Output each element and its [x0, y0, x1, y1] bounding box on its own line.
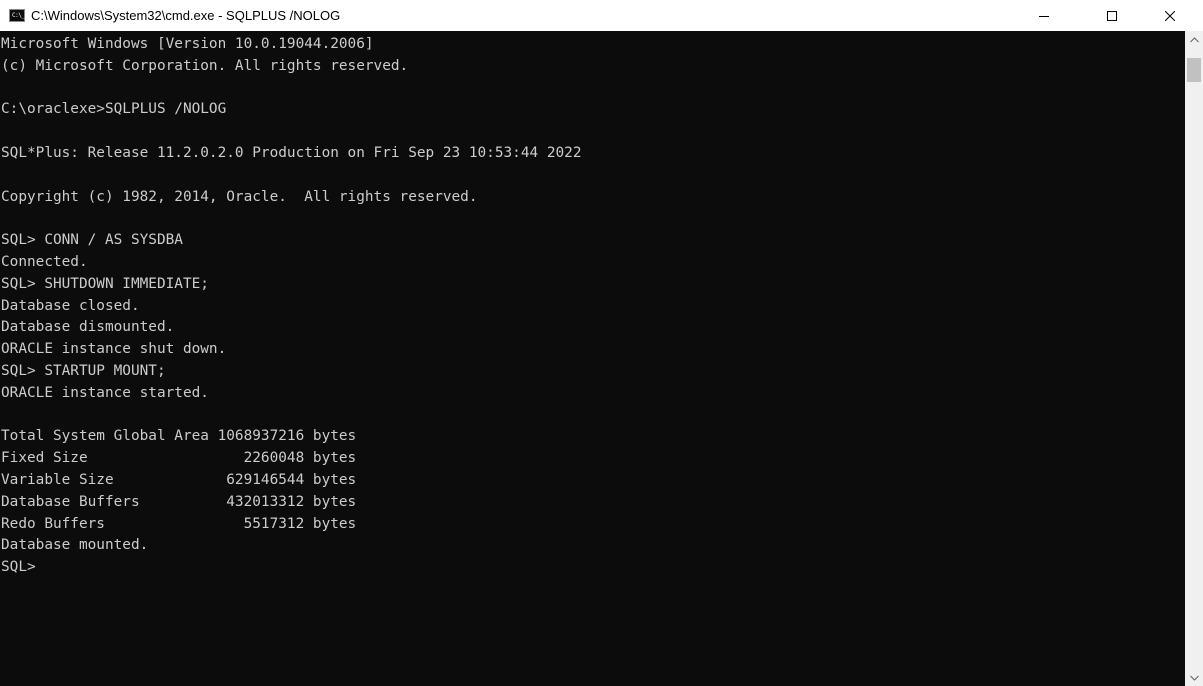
scroll-thumb[interactable]	[1187, 58, 1201, 82]
console-line: Microsoft Windows [Version 10.0.19044.20…	[1, 36, 374, 52]
console-line: Database closed.	[1, 297, 140, 314]
maximize-button[interactable]	[1089, 0, 1135, 31]
console-line: SQL*Plus: Release 11.2.0.2.0 Production …	[1, 144, 582, 161]
console-line: SQL>	[1, 559, 36, 576]
scroll-up-button[interactable]	[1185, 31, 1203, 48]
cmd-window: C:\_ C:\Windows\System32\cmd.exe - SQLPL…	[0, 0, 1203, 686]
console-line: Database Buffers 432013312 bytes	[1, 493, 357, 510]
chevron-up-icon	[1189, 36, 1199, 42]
maximize-icon	[1107, 10, 1117, 21]
title-bar[interactable]: C:\_ C:\Windows\System32\cmd.exe - SQLPL…	[0, 0, 1203, 31]
minimize-button[interactable]	[1021, 0, 1067, 31]
scroll-down-button[interactable]	[1185, 669, 1203, 686]
console-line: Database mounted.	[1, 537, 149, 554]
console-line: Connected.	[1, 253, 88, 270]
console-text: Microsoft Windows [Version 10.0.19044.20…	[0, 31, 1185, 579]
console-line: Database dismounted.	[1, 319, 175, 336]
close-icon	[1165, 10, 1175, 21]
window-title: C:\Windows\System32\cmd.exe - SQLPLUS /N…	[31, 8, 341, 23]
console-line: SQL> STARTUP MOUNT;	[1, 362, 166, 379]
console-line: Fixed Size 2260048 bytes	[1, 450, 357, 467]
console-line: ORACLE instance shut down.	[1, 341, 227, 358]
console-line: SQL> SHUTDOWN IMMEDIATE;	[1, 275, 209, 292]
console-line: Variable Size 629146544 bytes	[1, 471, 357, 488]
app-icon-glyph: C:\_	[12, 12, 25, 19]
minimize-icon	[1039, 15, 1049, 17]
vertical-scrollbar[interactable]	[1185, 31, 1203, 686]
console-line: SQL> CONN / AS SYSDBA	[1, 232, 183, 249]
console-line: Redo Buffers 5517312 bytes	[1, 515, 357, 532]
console-line: C:\oraclexe>SQLPLUS /NOLOG	[1, 101, 227, 118]
console-line: Total System Global Area 1068937216 byte…	[1, 428, 357, 445]
console-line: Copyright (c) 1982, 2014, Oracle. All ri…	[1, 188, 478, 205]
close-button[interactable]	[1147, 0, 1193, 31]
console-line: ORACLE instance started.	[1, 384, 209, 401]
cmd-app-icon[interactable]: C:\_	[9, 9, 25, 22]
console-line: (c) Microsoft Corporation. All rights re…	[1, 57, 409, 74]
chevron-down-icon	[1189, 675, 1199, 681]
console-output-area[interactable]: Microsoft Windows [Version 10.0.19044.20…	[0, 31, 1185, 686]
